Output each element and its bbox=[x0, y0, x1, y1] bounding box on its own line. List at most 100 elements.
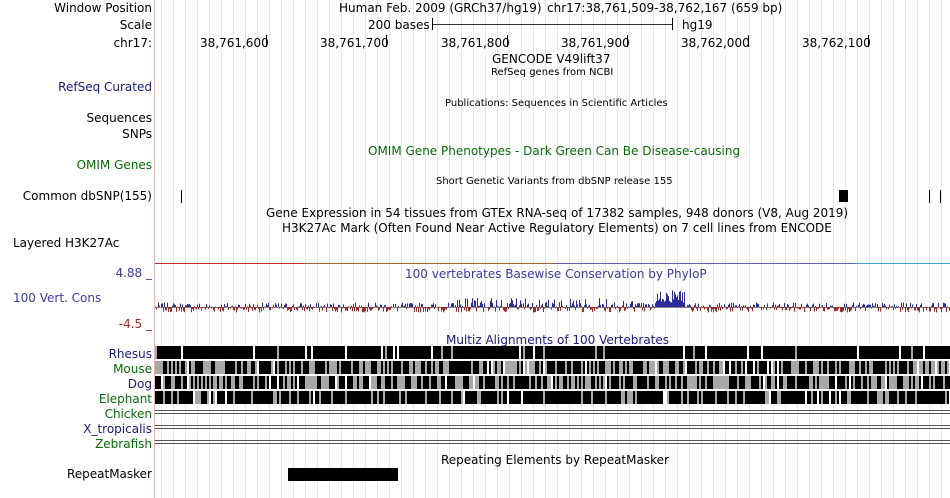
phylop-bar bbox=[267, 305, 268, 307]
alignment-block bbox=[471, 376, 473, 389]
dbsnp-track-title[interactable]: Short Genetic Variants from dbSNP releas… bbox=[436, 176, 673, 187]
alignment-block bbox=[901, 391, 903, 404]
phylop-track-title[interactable]: 100 vertebrates Basewise Conservation by… bbox=[405, 267, 707, 281]
label-rhesus[interactable]: Rhesus bbox=[109, 347, 152, 361]
snp-marker[interactable] bbox=[940, 190, 941, 203]
alignment-block bbox=[793, 346, 795, 359]
multiz-track-title[interactable]: Multiz Alignments of 100 Vertebrates bbox=[446, 333, 669, 347]
omim-track-title[interactable]: OMIM Gene Phenotypes - Dark Green Can Be… bbox=[368, 144, 740, 158]
refseq-track-title[interactable]: RefSeq genes from NCBI bbox=[491, 67, 613, 78]
phylop-bar bbox=[317, 307, 318, 309]
alignment-block bbox=[189, 376, 191, 389]
publications-track-title[interactable]: Publications: Sequences in Scientific Ar… bbox=[445, 98, 668, 109]
alignment-block bbox=[677, 376, 679, 389]
alignment-block bbox=[919, 376, 921, 389]
alignment-block bbox=[843, 361, 845, 374]
label-repeatmasker[interactable]: RepeatMasker bbox=[67, 467, 152, 481]
phylop-bar bbox=[294, 307, 295, 311]
alignment-block bbox=[311, 376, 313, 389]
alignment-block bbox=[679, 361, 681, 374]
alignment-block bbox=[191, 346, 193, 359]
alignment-block bbox=[743, 391, 745, 404]
label-common-dbsnp[interactable]: Common dbSNP(155) bbox=[23, 189, 152, 203]
alignment-block bbox=[385, 346, 387, 359]
alignment-block bbox=[211, 346, 213, 359]
alignment-block bbox=[851, 376, 853, 389]
alignment-block bbox=[177, 376, 179, 389]
phylop-bar bbox=[685, 306, 686, 307]
alignment-block bbox=[899, 391, 901, 404]
alignment-block bbox=[735, 391, 737, 404]
phylop-bar bbox=[844, 303, 845, 307]
alignment-block bbox=[645, 376, 647, 389]
phylop-bar bbox=[208, 307, 209, 309]
alignment-block bbox=[481, 376, 483, 389]
snp-marker[interactable] bbox=[839, 190, 848, 202]
alignment-block bbox=[609, 376, 611, 389]
alignment-block bbox=[771, 361, 773, 374]
alignment-block bbox=[369, 376, 371, 389]
alignment-block bbox=[329, 346, 331, 359]
snp-marker[interactable] bbox=[181, 190, 182, 203]
label-mouse[interactable]: Mouse bbox=[113, 362, 152, 376]
label-elephant[interactable]: Elephant bbox=[99, 392, 152, 406]
label-zebrafish[interactable]: Zebrafish bbox=[95, 437, 152, 451]
phylop-bar bbox=[182, 304, 183, 307]
alignment-block bbox=[553, 361, 555, 374]
alignment-block bbox=[747, 376, 749, 389]
phylop-bar bbox=[778, 305, 779, 307]
alignment-block bbox=[771, 376, 773, 389]
label-sequences[interactable]: Sequences bbox=[87, 111, 152, 125]
label-refseq-curated[interactable]: RefSeq Curated bbox=[58, 80, 152, 94]
alignment-block bbox=[701, 376, 703, 389]
alignment-block bbox=[265, 376, 267, 389]
label-x-tropicalis[interactable]: X_tropicalis bbox=[83, 422, 152, 436]
repeat-element[interactable] bbox=[288, 468, 398, 481]
alignment-block bbox=[653, 361, 655, 374]
phylop-bar bbox=[705, 307, 706, 309]
gencode-track-title[interactable]: GENCODE V49lift37 bbox=[492, 52, 610, 66]
alignment-block bbox=[469, 391, 471, 404]
snp-marker[interactable] bbox=[929, 190, 930, 203]
repeatmasker-track-title[interactable]: Repeating Elements by RepeatMasker bbox=[441, 453, 669, 467]
gtex-track-title[interactable]: Gene Expression in 54 tissues from GTEx … bbox=[266, 206, 848, 220]
label-dog[interactable]: Dog bbox=[128, 377, 152, 391]
alignment-block bbox=[457, 391, 459, 404]
alignment-block bbox=[523, 376, 525, 389]
h3k27ac-track-title[interactable]: H3K27Ac Mark (Often Found Near Active Re… bbox=[282, 221, 832, 235]
alignment-block bbox=[581, 391, 583, 404]
alignment-block bbox=[825, 361, 827, 374]
alignment-block bbox=[651, 346, 653, 359]
alignment-block bbox=[451, 346, 453, 359]
alignment-block bbox=[345, 376, 347, 389]
label-vert-cons[interactable]: 100 Vert. Cons bbox=[13, 291, 101, 305]
label-chicken[interactable]: Chicken bbox=[105, 407, 152, 421]
alignment-block bbox=[223, 391, 225, 404]
alignment-block bbox=[853, 391, 855, 404]
alignment-block bbox=[785, 346, 787, 359]
alignment-block bbox=[751, 361, 753, 374]
alignment-block bbox=[587, 391, 589, 404]
alignment-block bbox=[319, 391, 321, 404]
alignment-block bbox=[321, 346, 323, 359]
alignment-block bbox=[925, 361, 927, 374]
phylop-bar bbox=[505, 307, 506, 313]
label-snps[interactable]: SNPs bbox=[122, 127, 152, 141]
alignment-block bbox=[727, 391, 729, 404]
alignment-block bbox=[639, 361, 641, 374]
label-layered-h3k27ac[interactable]: Layered H3K27Ac bbox=[13, 236, 119, 250]
phylop-bar bbox=[464, 307, 465, 311]
alignment-block bbox=[257, 391, 259, 404]
alignment-block bbox=[369, 346, 371, 359]
phylop-bar bbox=[446, 307, 447, 310]
alignment-block bbox=[635, 391, 637, 404]
label-omim-genes[interactable]: OMIM Genes bbox=[77, 158, 152, 172]
phylop-bar bbox=[192, 307, 193, 310]
alignment-block bbox=[453, 346, 455, 359]
alignment-block bbox=[845, 346, 847, 359]
phylop-bar bbox=[336, 307, 337, 311]
alignment-block bbox=[685, 346, 687, 359]
phylop-bar bbox=[921, 303, 922, 307]
phylop-bar bbox=[653, 305, 654, 307]
alignment-block bbox=[249, 391, 251, 404]
